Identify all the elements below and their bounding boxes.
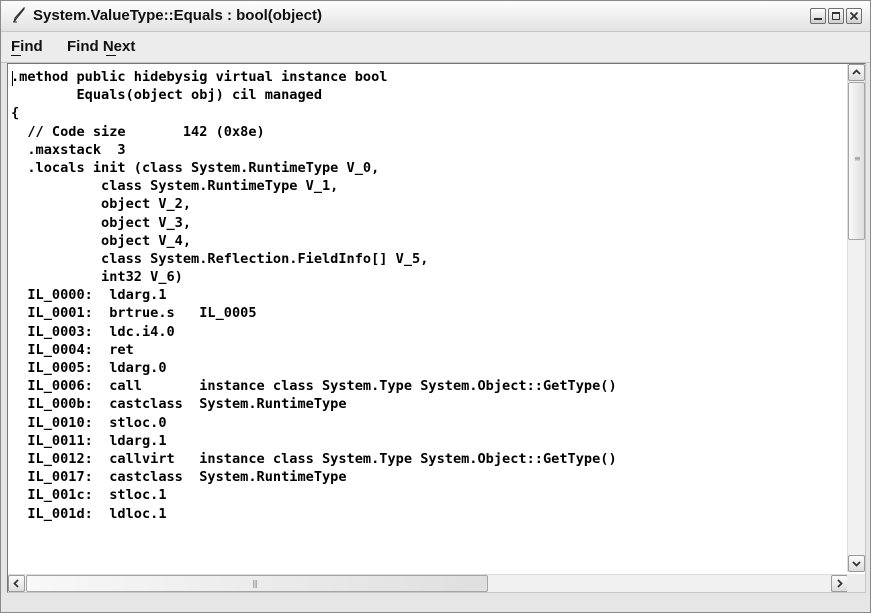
code-line: // Code size 142 (0x8e) xyxy=(11,123,265,140)
code-line: Equals(object obj) cil managed xyxy=(11,87,322,104)
code-line: .method public hidebysig virtual instanc… xyxy=(11,69,388,85)
menu-find-next[interactable]: Find Next xyxy=(67,38,135,55)
code-line: IL_0006: call instance class System.Type… xyxy=(11,378,617,395)
code-line: IL_000b: castclass System.RuntimeType xyxy=(11,396,347,413)
code-line: class System.Reflection.FieldInfo[] V_5, xyxy=(11,250,429,267)
horizontal-scroll-thumb[interactable]: ||| xyxy=(26,575,488,592)
code-text-area[interactable]: .method public hidebysig virtual instanc… xyxy=(7,63,866,593)
code-line: IL_0005: ldarg.0 xyxy=(11,360,167,376)
chevron-up-icon xyxy=(852,69,861,75)
minimize-icon[interactable] xyxy=(810,8,826,24)
chevron-right-icon xyxy=(837,579,843,588)
menu-find-accelerator-underline xyxy=(11,55,21,56)
scrollbar-corner xyxy=(847,574,865,592)
code-line: object V_3, xyxy=(11,214,192,231)
code-line: IL_0000: ldarg.1 xyxy=(11,287,167,304)
code-line: IL_0010: stloc.0 xyxy=(11,414,167,431)
grip-icon: ||| xyxy=(252,579,258,588)
code-line: IL_001c: stloc.1 xyxy=(11,487,167,504)
code-line: IL_0004: ret xyxy=(11,341,134,358)
code-line: IL_0017: castclass System.RuntimeType xyxy=(11,469,347,486)
code-listing: .method public hidebysig virtual instanc… xyxy=(11,68,847,590)
chevron-left-icon xyxy=(13,579,19,588)
grip-icon: ≡ xyxy=(854,154,861,163)
code-line: .locals init (class System.RuntimeType V… xyxy=(11,159,380,176)
code-line: IL_001d: ldloc.1 xyxy=(11,505,167,522)
code-line: .maxstack 3 xyxy=(11,141,126,158)
menu-bar: Find Find Next xyxy=(1,32,870,63)
scroll-left-button[interactable] xyxy=(8,575,25,592)
scroll-right-button[interactable] xyxy=(831,575,848,592)
code-line: IL_0011: ldarg.1 xyxy=(11,432,167,449)
menu-find-next-accelerator-underline xyxy=(106,55,116,56)
horizontal-scrollbar[interactable]: ||| xyxy=(8,574,848,592)
disassembly-window: System.ValueType::Equals : bool(object) … xyxy=(0,0,871,613)
close-icon[interactable] xyxy=(846,8,862,24)
scroll-up-button[interactable] xyxy=(848,64,865,81)
code-line: int32 V_6) xyxy=(11,269,183,286)
code-line: object V_2, xyxy=(11,196,192,213)
scroll-down-button[interactable] xyxy=(848,555,865,572)
maximize-icon[interactable] xyxy=(828,8,844,24)
code-line: IL_0012: callvirt instance class System.… xyxy=(11,450,617,467)
menu-find[interactable]: Find xyxy=(11,38,43,55)
window-title: System.ValueType::Equals : bool(object) xyxy=(33,7,322,24)
code-line: class System.RuntimeType V_1, xyxy=(11,178,339,195)
quill-pen-icon xyxy=(13,7,25,23)
code-line: IL_0003: ldc.i4.0 xyxy=(11,323,175,340)
code-line: { xyxy=(11,105,20,122)
vertical-scrollbar[interactable]: ≡ xyxy=(847,64,865,572)
chevron-down-icon xyxy=(852,561,861,567)
title-bar[interactable]: System.ValueType::Equals : bool(object) xyxy=(1,1,870,32)
vertical-scroll-thumb[interactable]: ≡ xyxy=(848,82,865,240)
code-line: IL_0001: brtrue.s IL_0005 xyxy=(11,305,257,322)
code-line: object V_4, xyxy=(11,232,192,249)
